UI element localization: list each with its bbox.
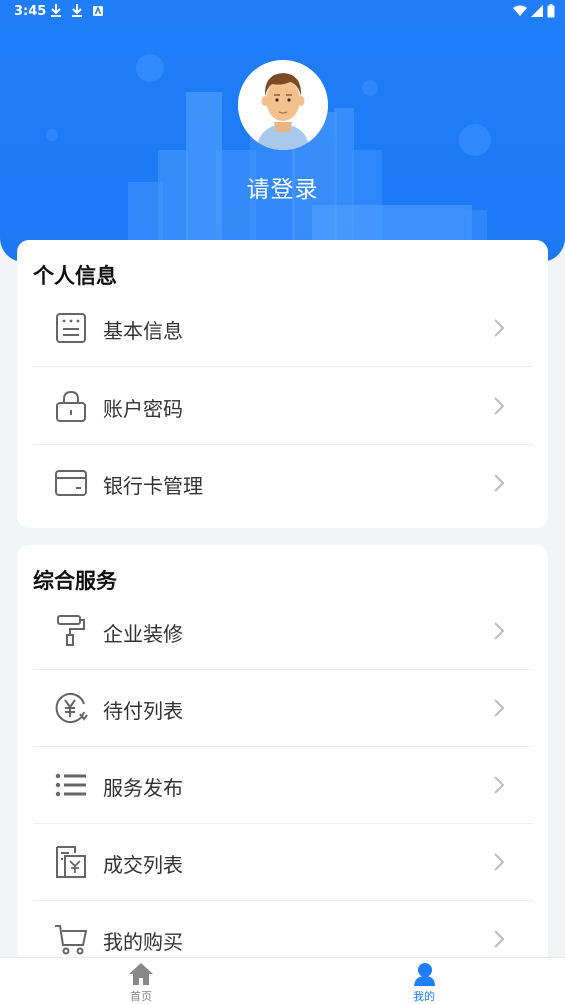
menu-item-basic-info[interactable]: 基本信息 xyxy=(33,290,533,367)
wifi-icon xyxy=(513,5,527,16)
personal-info-card: 个人信息 基本信息 账户密码 银行卡管理 xyxy=(17,240,548,528)
menu-item-label: 企业装修 xyxy=(103,622,183,646)
home-icon xyxy=(129,963,153,985)
paint-roller-icon xyxy=(57,615,85,646)
services-card: 综合服务 企业装修 待付列表 服务发布 成交列表 我的购买 xyxy=(17,545,548,975)
avatar[interactable] xyxy=(238,60,328,150)
id-card-icon xyxy=(56,313,86,343)
menu-item-label: 服务发布 xyxy=(103,776,183,800)
app-notification-icon xyxy=(93,5,103,16)
chevron-right-icon xyxy=(494,397,505,415)
bank-card-icon xyxy=(55,470,87,496)
login-prompt[interactable]: 请登录 xyxy=(0,170,565,204)
yen-circle-icon xyxy=(55,693,88,723)
menu-item-label: 银行卡管理 xyxy=(103,474,203,498)
menu-item-account-password[interactable]: 账户密码 xyxy=(33,368,533,445)
tab-home-label: 首页 xyxy=(130,990,152,1003)
chevron-right-icon xyxy=(494,474,505,492)
download-icon xyxy=(51,4,61,17)
chevron-right-icon xyxy=(494,776,505,794)
chevron-right-icon xyxy=(494,930,505,948)
tab-mine[interactable]: 我的 xyxy=(384,960,464,1004)
menu-item-label: 基本信息 xyxy=(103,319,183,343)
menu-item-enterprise-decoration[interactable]: 企业装修 xyxy=(33,593,533,670)
menu-item-deal-list[interactable]: 成交列表 xyxy=(33,824,533,901)
tab-home[interactable]: 首页 xyxy=(101,960,181,1004)
profile-header: 3:45 请登录 xyxy=(0,0,565,262)
list-icon xyxy=(55,773,86,797)
chevron-right-icon xyxy=(494,699,505,717)
status-time: 3:45 xyxy=(14,4,47,19)
cart-icon xyxy=(55,925,88,955)
services-title: 综合服务 xyxy=(33,569,117,593)
menu-item-bank-card[interactable]: 银行卡管理 xyxy=(33,445,533,522)
menu-item-label: 成交列表 xyxy=(103,853,183,877)
status-bar: 3:45 xyxy=(0,0,565,24)
menu-item-label: 账户密码 xyxy=(103,397,183,421)
chevron-right-icon xyxy=(494,319,505,337)
tab-mine-label: 我的 xyxy=(413,990,435,1003)
personal-info-title: 个人信息 xyxy=(33,264,117,288)
signal-icon xyxy=(531,5,543,17)
menu-item-pending-payment[interactable]: 待付列表 xyxy=(33,670,533,747)
chevron-right-icon xyxy=(494,853,505,871)
lock-icon xyxy=(56,390,86,422)
battery-icon xyxy=(547,4,555,18)
bottom-tab-bar: 首页 我的 xyxy=(0,957,565,1004)
download-icon xyxy=(72,4,82,17)
menu-item-label: 待付列表 xyxy=(103,699,183,723)
menu-item-service-publish[interactable]: 服务发布 xyxy=(33,747,533,824)
user-icon xyxy=(414,963,435,986)
user-avatar-icon xyxy=(238,60,328,150)
yen-document-icon xyxy=(56,846,86,878)
chevron-right-icon xyxy=(494,622,505,640)
menu-item-label: 我的购买 xyxy=(103,930,183,954)
